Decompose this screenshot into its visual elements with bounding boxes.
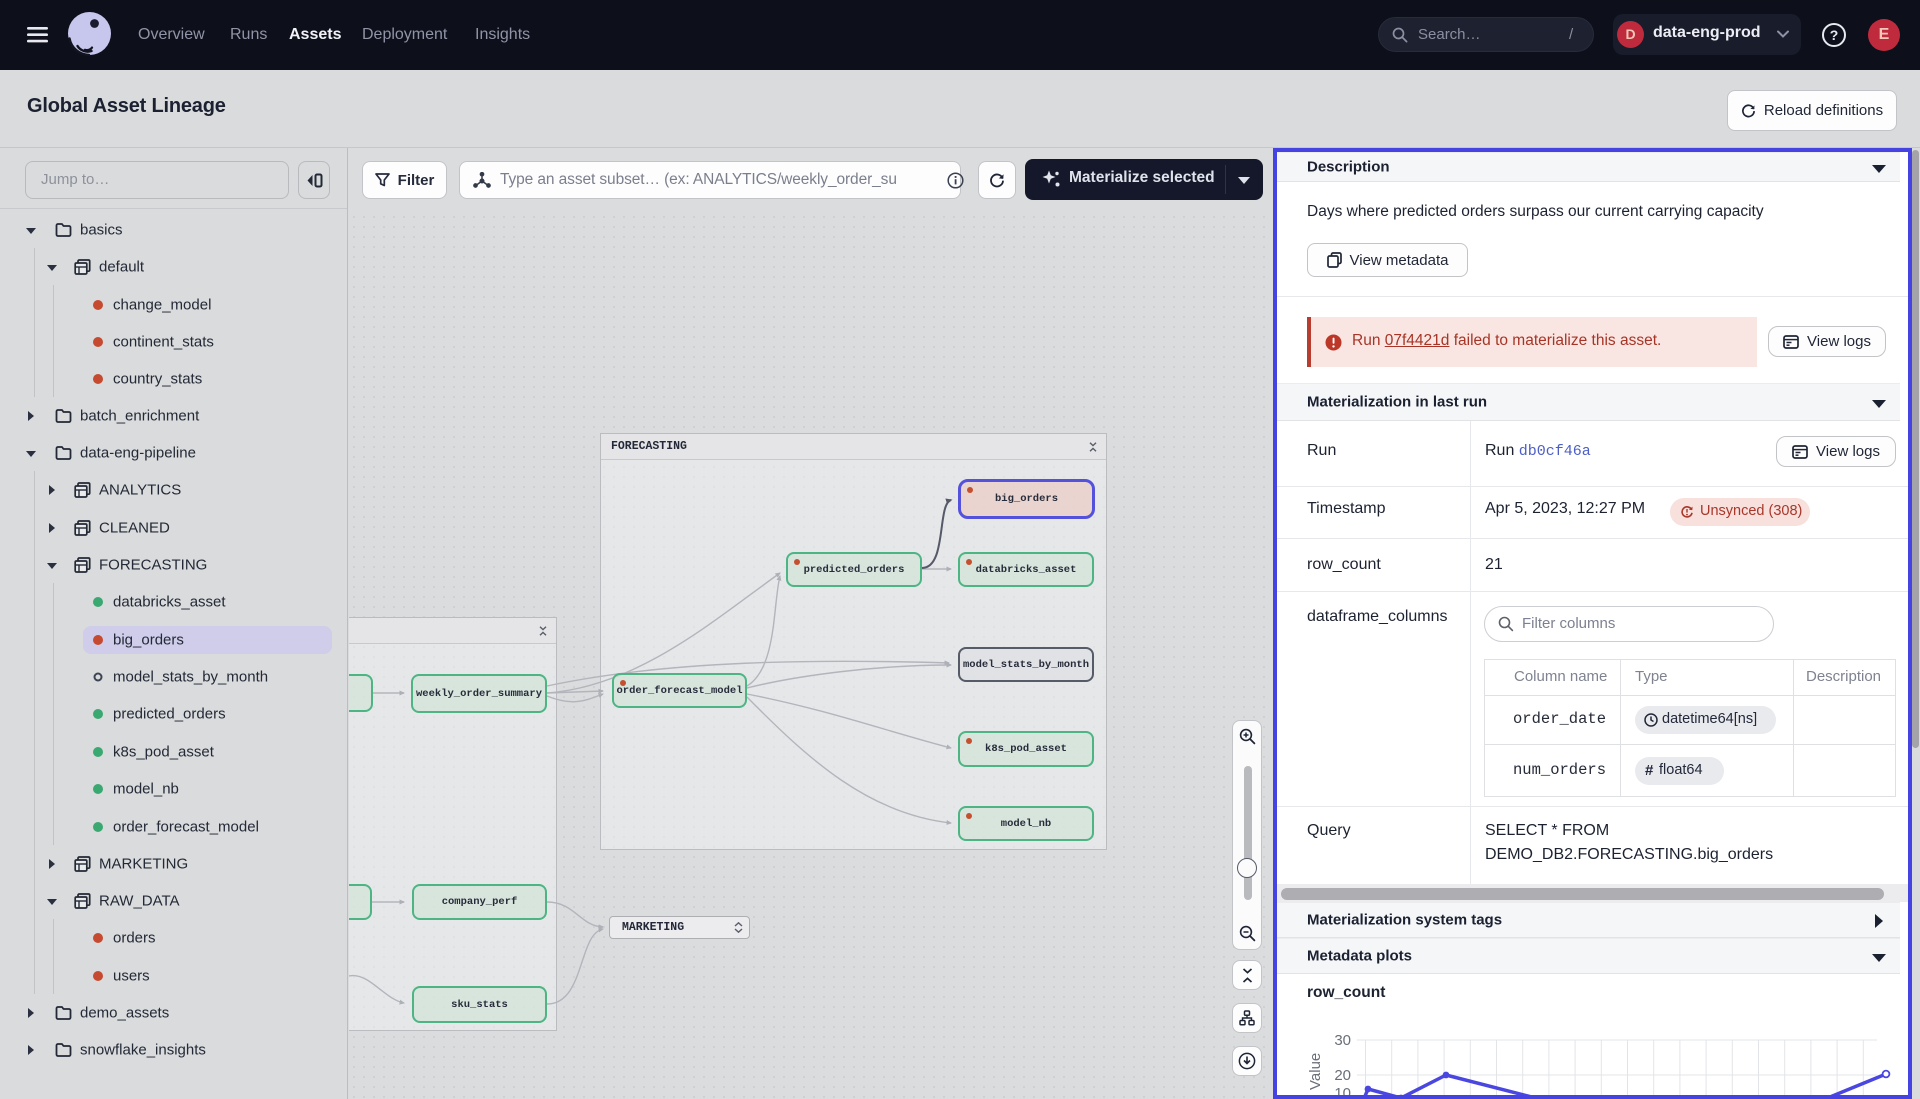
svg-text:20: 20 <box>1334 1067 1351 1084</box>
svg-text:10: 10 <box>1334 1085 1351 1095</box>
svg-text:30: 30 <box>1334 1032 1351 1049</box>
svg-text:Value: Value <box>1307 1053 1324 1090</box>
svg-text:?: ? <box>1830 27 1839 43</box>
